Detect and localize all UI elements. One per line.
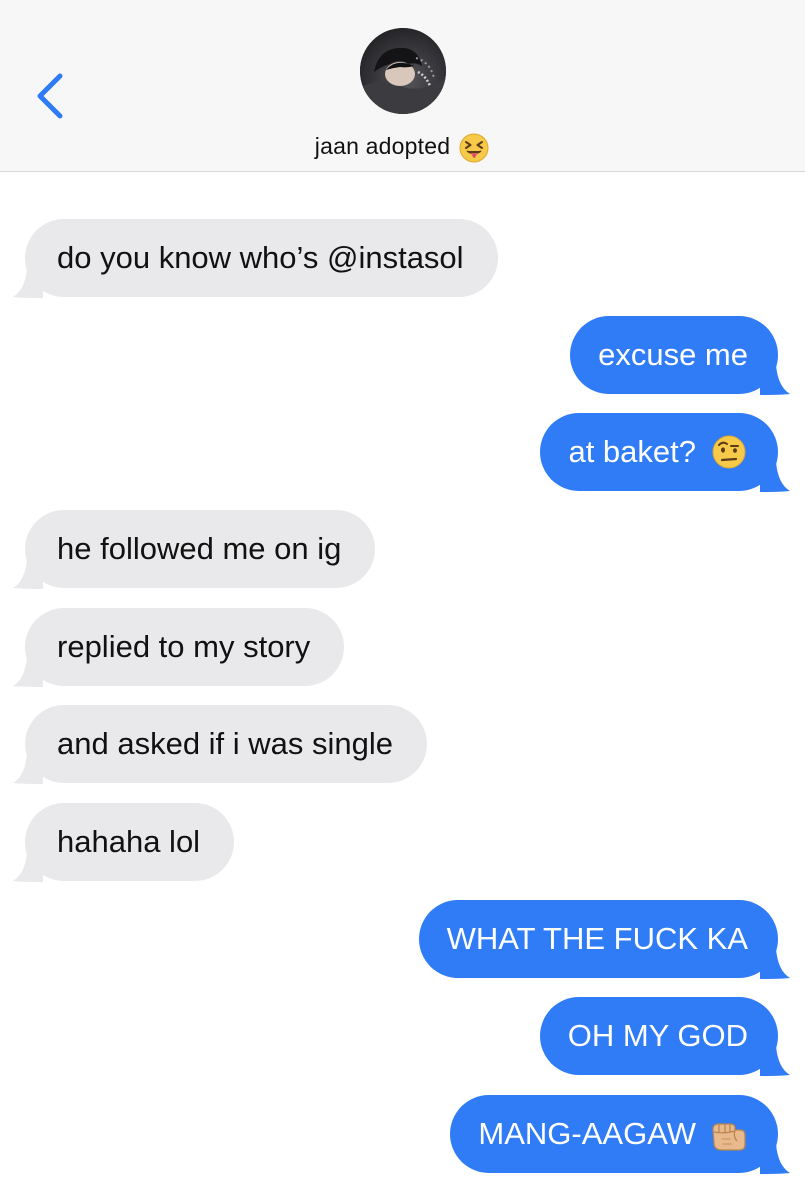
bubble-tail bbox=[760, 1144, 790, 1174]
message-text: and asked if i was single bbox=[57, 726, 394, 761]
avatar-image bbox=[360, 28, 446, 114]
oncoming-fist-icon bbox=[710, 1115, 748, 1153]
contact-avatar[interactable] bbox=[360, 28, 446, 114]
incoming-message-bubble[interactable]: and asked if i was single bbox=[13, 705, 428, 784]
bubble-tail bbox=[760, 949, 790, 979]
bubble-tail bbox=[760, 1046, 790, 1076]
bubble-tail bbox=[13, 754, 43, 784]
incoming-message-bubble[interactable]: do you know who’s @instasol bbox=[13, 219, 498, 298]
message-text: at baket? bbox=[568, 434, 696, 469]
incoming-message-bubble[interactable]: he followed me on ig bbox=[13, 510, 376, 589]
outgoing-message-bubble[interactable]: MANG-AAGAW bbox=[450, 1095, 790, 1174]
bubble-tail bbox=[760, 462, 790, 492]
squinting-face-with-tongue-icon bbox=[458, 132, 490, 164]
face-with-raised-eyebrow-icon bbox=[710, 433, 748, 471]
bubble-tail bbox=[760, 365, 790, 395]
message-text: MANG-AAGAW bbox=[478, 1116, 696, 1151]
message-text: he followed me on ig bbox=[57, 531, 342, 566]
message-text: OH MY GOD bbox=[567, 1018, 748, 1053]
incoming-message-bubble[interactable]: replied to my story bbox=[13, 608, 345, 687]
message-text: excuse me bbox=[598, 337, 748, 372]
outgoing-message-bubble[interactable]: OH MY GOD bbox=[539, 997, 790, 1076]
conversation-header: jaan adopted bbox=[0, 0, 805, 172]
bubble-tail bbox=[13, 852, 43, 882]
bubble-tail bbox=[13, 559, 43, 589]
contact-name-row[interactable]: jaan adopted bbox=[0, 126, 805, 166]
bubble-tail bbox=[13, 268, 43, 298]
bubble-tail bbox=[13, 657, 43, 687]
outgoing-message-bubble[interactable]: excuse me bbox=[570, 316, 790, 395]
message-text: replied to my story bbox=[57, 629, 311, 664]
message-text: WHAT THE FUCK KA bbox=[446, 921, 748, 956]
contact-name: jaan adopted bbox=[314, 132, 451, 159]
outgoing-message-bubble[interactable]: WHAT THE FUCK KA bbox=[418, 900, 790, 979]
back-button[interactable] bbox=[24, 62, 78, 128]
message-text: hahaha lol bbox=[57, 824, 201, 859]
message-text: do you know who’s @instasol bbox=[57, 240, 464, 275]
chevron-left-icon bbox=[37, 73, 63, 119]
outgoing-message-bubble[interactable]: at baket? bbox=[540, 413, 790, 492]
incoming-message-bubble[interactable]: hahaha lol bbox=[13, 803, 235, 882]
